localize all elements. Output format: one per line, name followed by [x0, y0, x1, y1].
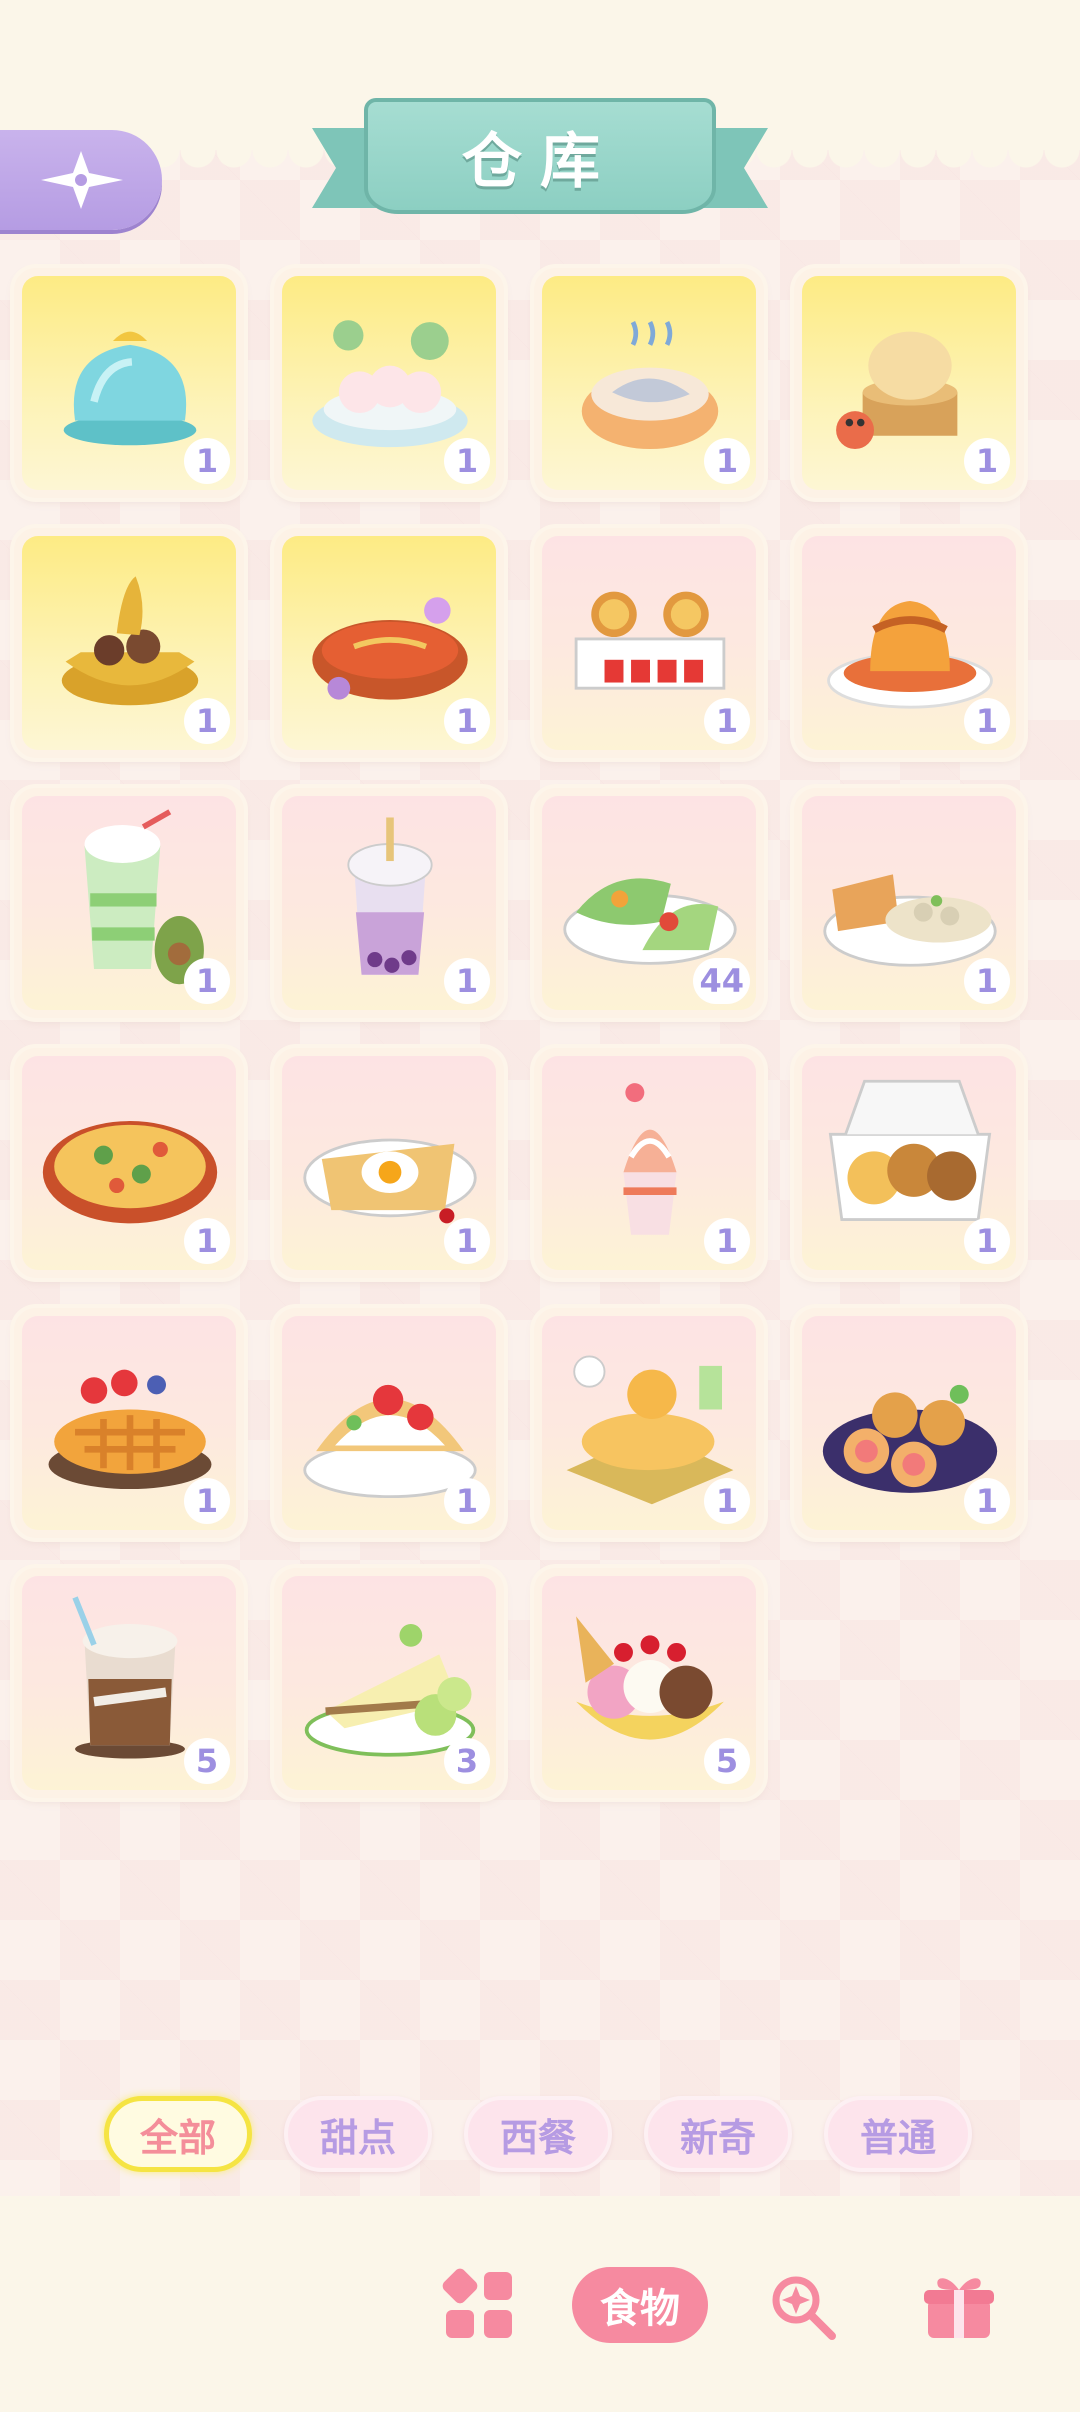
- inventory-item-card[interactable]: 3: [274, 1568, 504, 1798]
- inventory-item-card[interactable]: 1: [274, 1308, 504, 1538]
- card-background: 1: [542, 1056, 756, 1270]
- card-background: 1: [282, 1316, 496, 1530]
- title-ribbon: 仓库: [312, 88, 768, 238]
- quantity-badge: 1: [184, 1478, 230, 1524]
- filter-tab-2[interactable]: 西餐: [464, 2096, 612, 2172]
- card-background: 5: [542, 1576, 756, 1790]
- inventory-item-card[interactable]: 1: [794, 528, 1024, 758]
- nav-grid-button[interactable]: [440, 2262, 518, 2348]
- quantity-badge: 1: [964, 438, 1010, 484]
- bottom-scallop-edge: [0, 2196, 1080, 2232]
- quantity-badge: 1: [704, 438, 750, 484]
- card-background: 1: [22, 536, 236, 750]
- back-button[interactable]: [0, 130, 162, 230]
- nav-tool-button[interactable]: [762, 2262, 840, 2348]
- filter-tab-0[interactable]: 全部: [104, 2096, 252, 2172]
- quantity-badge: 1: [444, 698, 490, 744]
- nav-gift-button[interactable]: [920, 2262, 998, 2348]
- inventory-item-card[interactable]: 1: [274, 1048, 504, 1278]
- nav-food-tab[interactable]: 食物: [572, 2262, 708, 2348]
- card-background: 5: [22, 1576, 236, 1790]
- card-background: 1: [282, 1056, 496, 1270]
- compass-star-icon: [41, 151, 123, 209]
- inventory-item-card[interactable]: 1: [794, 1048, 1024, 1278]
- inventory-item-card[interactable]: 1: [534, 1048, 764, 1278]
- page-title: 仓库: [462, 126, 618, 197]
- inventory-item-card[interactable]: 1: [794, 788, 1024, 1018]
- quantity-badge: 1: [704, 698, 750, 744]
- quantity-badge: 1: [444, 958, 490, 1004]
- magic-wand-icon: [772, 2276, 836, 2340]
- quantity-badge: 1: [444, 1478, 490, 1524]
- inventory-item-card[interactable]: 5: [534, 1568, 764, 1798]
- quantity-badge: 1: [184, 698, 230, 744]
- card-background: 1: [22, 1056, 236, 1270]
- card-background: 1: [282, 536, 496, 750]
- nav-food-label: 食物: [572, 2267, 708, 2343]
- card-background: 1: [802, 1316, 1016, 1530]
- card-background: 1: [542, 1316, 756, 1530]
- quantity-badge: 1: [184, 438, 230, 484]
- inventory-item-card[interactable]: 44: [534, 788, 764, 1018]
- inventory-item-card[interactable]: 1: [534, 1308, 764, 1538]
- inventory-item-card[interactable]: 1: [274, 528, 504, 758]
- inventory-item-card[interactable]: 1: [794, 268, 1024, 498]
- inventory-item-card[interactable]: 1: [14, 1308, 244, 1538]
- filter-tab-4[interactable]: 普通: [824, 2096, 972, 2172]
- ribbon-body: 仓库: [364, 98, 716, 214]
- quantity-badge: 44: [693, 958, 750, 1004]
- quantity-badge: 1: [184, 958, 230, 1004]
- card-background: 1: [282, 276, 496, 490]
- inventory-item-card[interactable]: 1: [534, 528, 764, 758]
- inventory-item-card[interactable]: 1: [14, 788, 244, 1018]
- card-background: 1: [802, 1056, 1016, 1270]
- card-background: 1: [802, 536, 1016, 750]
- quantity-badge: 1: [964, 958, 1010, 1004]
- inventory-item-card[interactable]: 1: [534, 268, 764, 498]
- card-background: 1: [22, 1316, 236, 1530]
- card-background: 1: [542, 276, 756, 490]
- card-background: 1: [22, 276, 236, 490]
- inventory-item-card[interactable]: 1: [794, 1308, 1024, 1538]
- inventory-item-card[interactable]: 1: [274, 788, 504, 1018]
- quantity-badge: 5: [184, 1738, 230, 1784]
- inventory-item-card[interactable]: 1: [14, 268, 244, 498]
- inventory-item-card[interactable]: 5: [14, 1568, 244, 1798]
- filter-tab-1[interactable]: 甜点: [284, 2096, 432, 2172]
- quantity-badge: 1: [704, 1478, 750, 1524]
- quantity-badge: 1: [964, 698, 1010, 744]
- card-background: 3: [282, 1576, 496, 1790]
- card-background: 1: [282, 796, 496, 1010]
- inventory-item-card[interactable]: 1: [14, 528, 244, 758]
- card-background: 1: [22, 796, 236, 1010]
- card-background: 1: [802, 796, 1016, 1010]
- card-background: 44: [542, 796, 756, 1010]
- quantity-badge: 1: [964, 1478, 1010, 1524]
- inventory-item-card[interactable]: 1: [14, 1048, 244, 1278]
- grid-icon: [442, 2268, 512, 2338]
- quantity-badge: 5: [704, 1738, 750, 1784]
- quantity-badge: 1: [704, 1218, 750, 1264]
- quantity-badge: 1: [964, 1218, 1010, 1264]
- quantity-badge: 3: [444, 1738, 490, 1784]
- filter-tab-3[interactable]: 新奇: [644, 2096, 792, 2172]
- quantity-badge: 1: [444, 1218, 490, 1264]
- quantity-badge: 1: [444, 438, 490, 484]
- quantity-badge: 1: [184, 1218, 230, 1264]
- filter-tab-bar: 全部 甜点 西餐 新奇 普通: [104, 2096, 984, 2172]
- gift-box-icon: [924, 2278, 994, 2338]
- card-background: 1: [542, 536, 756, 750]
- card-background: 1: [802, 276, 1016, 490]
- inventory-item-card[interactable]: 1: [274, 268, 504, 498]
